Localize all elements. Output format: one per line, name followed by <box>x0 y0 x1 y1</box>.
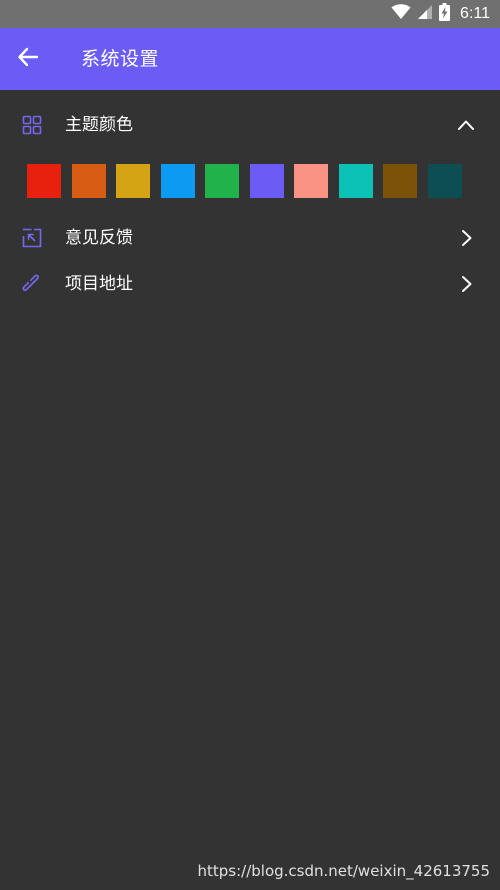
color-swatch[interactable] <box>383 164 417 198</box>
theme-color-row[interactable]: 主题颜色 <box>0 102 500 148</box>
status-bar: 6:11 <box>0 0 500 28</box>
arrow-left-icon <box>17 46 39 72</box>
chevron-up-icon[interactable] <box>456 115 476 135</box>
feedback-icon <box>22 228 42 248</box>
link-icon <box>22 274 42 294</box>
color-swatch[interactable] <box>338 164 373 198</box>
theme-color-label: 主题颜色 <box>65 115 133 135</box>
app-bar: 系统设置 <box>0 28 500 90</box>
color-swatch[interactable] <box>294 164 328 198</box>
page-title: 系统设置 <box>81 48 160 70</box>
project-address-label: 项目地址 <box>65 274 133 294</box>
signal-icon <box>417 4 433 24</box>
feedback-row[interactable]: 意见反馈 <box>0 215 500 261</box>
project-address-row[interactable]: 项目地址 <box>0 261 500 307</box>
status-time: 6:11 <box>460 5 490 22</box>
status-icons: 6:11 <box>391 0 490 28</box>
color-swatch[interactable] <box>205 164 239 198</box>
back-button[interactable] <box>10 41 46 77</box>
chevron-right-icon <box>456 228 476 248</box>
battery-charging-icon <box>439 3 451 25</box>
grid-icon <box>22 115 42 135</box>
color-swatch[interactable] <box>160 164 195 198</box>
color-swatch[interactable] <box>116 164 150 198</box>
color-swatch[interactable] <box>427 164 462 198</box>
feedback-label: 意见反馈 <box>65 228 133 248</box>
wifi-icon <box>391 4 411 24</box>
color-swatch[interactable] <box>27 164 61 198</box>
color-swatch[interactable] <box>71 164 106 198</box>
watermark-text: https://blog.csdn.net/weixin_42613755 <box>197 862 490 880</box>
chevron-right-icon <box>456 274 476 294</box>
color-swatch[interactable] <box>249 164 284 198</box>
